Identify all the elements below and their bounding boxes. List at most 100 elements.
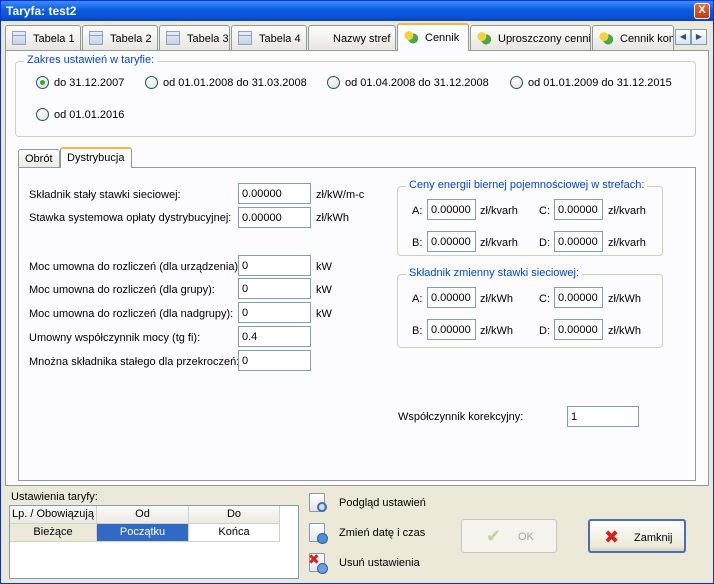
mnozna-label: Mnożna składnika stałego dla przekroczeń… (29, 356, 240, 368)
zmienny-d-unit: zł/kWh (608, 325, 641, 337)
column-header[interactable]: Lp. / Obowiązują (10, 506, 97, 524)
moc-nadgrupy-label: Moc umowna do rozliczeń (dla nadgrupy): (29, 308, 234, 320)
moc-nadgrupy-input[interactable] (238, 302, 311, 323)
radio-range-5[interactable]: od 01.01.2016 (36, 108, 124, 121)
zone-d-label: D: (539, 325, 550, 337)
zone-b-label: B: (412, 325, 423, 337)
scroll-right-icon[interactable]: ▶ (691, 29, 707, 45)
settings-table: Lp. / Obowiązują Od Do Bieżące Początku … (9, 505, 299, 579)
tab-label: Uproszczony cennik (498, 33, 591, 45)
ceny-a-input[interactable] (427, 199, 476, 220)
radio-range-3[interactable]: od 01.04.2008 do 31.12.2008 (327, 76, 489, 89)
delete-settings-action[interactable]: ✖ Usuń ustawienia (308, 551, 449, 575)
tab-obrot[interactable]: Obrót (18, 149, 60, 167)
zone-a-label: A: (412, 293, 423, 305)
skladnik-staly-label: Składnik stały stawki sieciowej: (29, 189, 181, 201)
scroll-left-icon[interactable]: ◀ (675, 29, 691, 45)
moc-grupy-input[interactable] (238, 278, 311, 299)
tab-label: Tabela 3 (187, 33, 229, 45)
tab-label: Nazwy stref (333, 33, 391, 45)
range-legend: Zakres ustawień w taryfie: (24, 54, 158, 66)
zone-d-label: D: (539, 237, 550, 249)
tab-tabela-3[interactable]: Tabela 3 (159, 25, 230, 50)
cennik-panel: Zakres ustawień w taryfie: do 31.12.2007… (5, 50, 709, 486)
skladnik-staly-input[interactable] (238, 183, 311, 204)
button-label: Zamknij (634, 532, 673, 544)
zmienny-d-input[interactable] (554, 319, 603, 340)
tab-label: Tabela 1 (33, 33, 75, 45)
ceny-c-unit: zł/kvarh (608, 205, 646, 217)
tab-tabela-2[interactable]: Tabela 2 (82, 25, 158, 50)
wspolczynnik-mocy-label: Umowny współczynnik mocy (tg fi): (29, 332, 201, 344)
tab-label: Tabela 4 (259, 33, 301, 45)
action-label: Usuń ustawienia (339, 557, 420, 569)
table-icon (12, 31, 26, 45)
moc-urzadzenia-unit: kW (316, 261, 332, 273)
table-cell-do[interactable]: Końca (189, 524, 280, 542)
radio-range-1[interactable]: do 31.12.2007 (36, 76, 124, 89)
ceny-energii-groupbox: Ceny energii biernej pojemnościowej w st… (397, 179, 663, 256)
radio-range-4[interactable]: od 01.01.2009 do 31.12.2015 (510, 76, 672, 89)
zone-c-label: C: (539, 293, 550, 305)
radio-icon (327, 76, 340, 89)
inner-tab-strip: Obrót Dystrybucja (18, 147, 698, 168)
skladnik-staly-unit: zł/kW/m-c (316, 189, 365, 201)
table-cell-od[interactable]: Początku (97, 524, 189, 542)
korekcyjny-label: Współczynnik korekcyjny: (398, 411, 524, 423)
zmienny-c-input[interactable] (554, 287, 603, 308)
ok-button[interactable]: ✔ OK (461, 519, 557, 553)
table-icon (89, 31, 103, 45)
tab-uproszczony-cennik[interactable]: Uproszczony cennik (470, 25, 591, 50)
tab-cennik-komu[interactable]: Cennik komu (592, 25, 674, 50)
mnozna-input[interactable] (238, 350, 311, 371)
close-button[interactable]: ✖ Zamknij (588, 519, 686, 553)
tariff-icon (599, 31, 613, 45)
tab-tabela-4[interactable]: Tabela 4 (231, 25, 307, 50)
radio-label: od 01.01.2016 (54, 109, 125, 121)
tab-dystrybucja[interactable]: Dystrybucja (60, 147, 132, 168)
moc-nadgrupy-unit: kW (316, 308, 332, 320)
tab-tabela-1[interactable]: Tabela 1 (5, 25, 81, 50)
tariff-icon (477, 31, 491, 45)
zmienny-a-input[interactable] (427, 287, 476, 308)
zmienny-b-input[interactable] (427, 319, 476, 340)
checkmark-icon: ✔ (486, 526, 502, 546)
ceny-d-input[interactable] (554, 231, 603, 252)
tariff-window: Taryfa: test2 X Tabela 1 Tabela 2 Tabela… (0, 0, 714, 584)
radio-label: od 01.01.2009 do 31.12.2015 (528, 77, 672, 89)
action-label: Podgląd ustawień (339, 497, 426, 509)
ceny-b-unit: zł/kvarh (480, 237, 518, 249)
column-header[interactable]: Do (189, 506, 280, 524)
window-close-button[interactable]: X (694, 3, 710, 19)
window-title: Taryfa: test2 (6, 4, 77, 18)
radio-icon (510, 76, 523, 89)
top-tab-strip: Tabela 1 Tabela 2 Tabela 3 Tabela 4 Nazw… (5, 23, 711, 51)
stawka-systemowa-input[interactable] (238, 207, 311, 228)
change-date-action[interactable]: Zmień datę i czas (309, 523, 449, 545)
tab-label: Tabela 2 (110, 33, 152, 45)
skladnik-zmienny-legend: Składnik zmienny stawki sieciowej: (406, 267, 582, 279)
radio-checked-icon (36, 76, 49, 89)
tab-cennik[interactable]: Cennik (397, 23, 469, 51)
tab-nazwy-stref[interactable]: Nazwy stref (308, 25, 396, 50)
korekcyjny-input[interactable] (567, 406, 639, 427)
zmienny-c-unit: zł/kWh (608, 293, 641, 305)
ceny-energii-legend: Ceny energii biernej pojemnościowej w st… (406, 179, 648, 191)
table-icon (166, 31, 180, 45)
title-bar: Taryfa: test2 X (1, 1, 713, 21)
radio-icon (36, 108, 49, 121)
radio-label: od 01.01.2008 do 31.03.2008 (163, 77, 307, 89)
radio-range-2[interactable]: od 01.01.2008 do 31.03.2008 (145, 76, 307, 89)
calendar-clock-icon (309, 523, 328, 544)
moc-urzadzenia-input[interactable] (238, 255, 311, 276)
zmienny-b-unit: zł/kWh (480, 325, 513, 337)
column-header[interactable]: Od (97, 506, 189, 524)
zone-b-label: B: (412, 237, 423, 249)
table-row-header[interactable]: Bieżące (10, 524, 97, 542)
moc-urzadzenia-label: Moc umowna do rozliczeń (dla urządzenia)… (29, 261, 242, 273)
preview-settings-action[interactable]: Podgląd ustawień (309, 493, 449, 515)
ceny-b-input[interactable] (427, 231, 476, 252)
ceny-c-input[interactable] (554, 199, 603, 220)
table-icon (238, 31, 252, 45)
wspolczynnik-mocy-input[interactable] (238, 326, 311, 347)
